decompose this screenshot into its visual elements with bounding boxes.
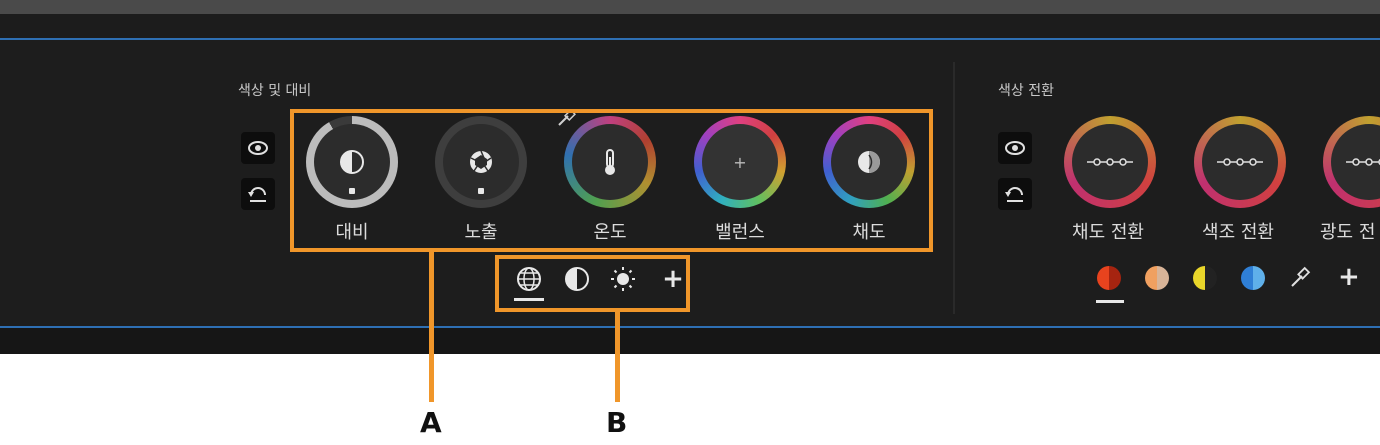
hue-shift-dial[interactable] <box>1194 116 1286 208</box>
visibility-toggle-button-right[interactable] <box>998 132 1032 164</box>
swatch-right-half <box>1253 266 1265 290</box>
dial-label-luminance-shift: 광도 전 <box>1320 222 1376 243</box>
swatch-left-half <box>1097 266 1109 290</box>
swatch-left-half <box>1145 266 1157 290</box>
swatch-orange[interactable] <box>1145 266 1169 290</box>
swatch-right-half <box>1205 266 1217 290</box>
curve-points-icon <box>1087 158 1133 166</box>
eyedropper-icon[interactable] <box>1288 266 1312 290</box>
swatch-blue[interactable] <box>1241 266 1265 290</box>
dial-label-hue-shift: 색조 전환 <box>1202 222 1274 243</box>
curve-points-icon <box>1217 158 1263 166</box>
curve-points-icon <box>1346 158 1380 166</box>
swatch-active-indicator <box>1096 300 1124 303</box>
swatch-right-half <box>1109 266 1121 290</box>
eye-icon <box>248 141 268 155</box>
add-swatch-button[interactable]: + <box>1338 262 1360 292</box>
undo-icon <box>1005 187 1023 202</box>
swatch-left-half <box>1241 266 1253 290</box>
annotation-box-b <box>495 255 690 312</box>
dial-label-saturation-shift: 채도 전환 <box>1072 222 1144 243</box>
section-divider <box>953 62 955 314</box>
visibility-toggle-button[interactable] <box>241 132 275 164</box>
callout-label-b: B <box>606 406 628 439</box>
swatch-red[interactable] <box>1097 266 1121 290</box>
callout-label-a: A <box>420 406 442 439</box>
swatch-right-half <box>1157 266 1169 290</box>
annotation-line-a <box>429 252 434 402</box>
reset-button-right[interactable] <box>998 178 1032 210</box>
section-title-color-contrast: 색상 및 대비 <box>238 83 312 99</box>
annotation-box-a <box>290 109 933 252</box>
section-title-color-shift: 색상 전환 <box>998 83 1054 99</box>
swatch-left-half <box>1193 266 1205 290</box>
top-bar <box>0 0 1380 14</box>
annotation-line-b <box>615 312 620 402</box>
top-bar-dark <box>0 14 1380 38</box>
undo-icon <box>248 187 266 202</box>
eye-icon <box>1005 141 1025 155</box>
panel-footer <box>0 328 1380 354</box>
saturation-shift-dial[interactable] <box>1064 116 1156 208</box>
swatch-yellow[interactable] <box>1193 266 1217 290</box>
reset-button[interactable] <box>241 178 275 210</box>
